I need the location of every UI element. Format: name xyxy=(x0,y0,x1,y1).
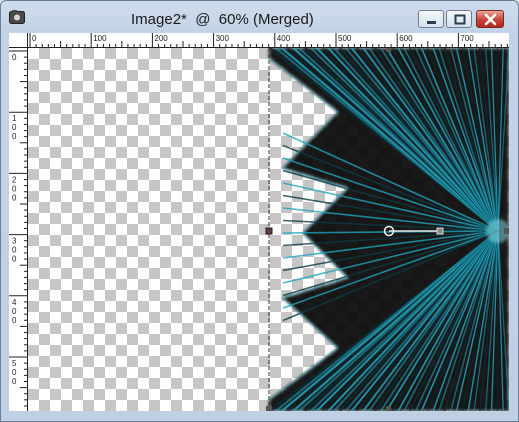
ruler-label-h: 100 xyxy=(93,34,107,43)
ruler-label-v: 300 xyxy=(12,237,17,264)
ruler-label-h: 500 xyxy=(338,34,352,43)
image-window: Image2* @ 60% (Merged) 0 100 200 300 400 500 6… xyxy=(0,0,519,422)
artwork-layer xyxy=(268,48,509,411)
top-handle[interactable] xyxy=(386,48,391,52)
bottom-left-handle[interactable] xyxy=(266,406,272,411)
ruler-label-v: 200 xyxy=(12,175,17,202)
bottom-handle[interactable] xyxy=(386,406,391,411)
maximize-button[interactable] xyxy=(446,10,472,28)
ruler-label-h: 0 xyxy=(32,34,37,43)
ruler-label-v: 500 xyxy=(12,359,17,386)
left-handle[interactable] xyxy=(265,227,273,235)
ruler-label-h: 200 xyxy=(154,34,168,43)
ruler-label-h: 600 xyxy=(399,34,413,43)
rotate-arm-handle[interactable] xyxy=(436,227,444,235)
ruler-label-v: 0 xyxy=(12,53,17,62)
app-icon xyxy=(9,10,25,24)
horizontal-ruler[interactable]: 0 100 200 300 400 500 600 700 xyxy=(9,33,509,48)
vertical-ruler[interactable]: 0 100 200 300 400 500 xyxy=(9,47,28,411)
right-handle[interactable] xyxy=(504,228,509,234)
ruler-label-v: 400 xyxy=(12,298,17,325)
window-title: Image2* @ 60% (Merged) xyxy=(131,11,314,28)
close-button[interactable] xyxy=(476,10,504,28)
ruler-label-v: 100 xyxy=(12,114,17,141)
title-bar[interactable]: Image2* @ 60% (Merged) xyxy=(1,1,518,35)
ruler-corner xyxy=(9,33,28,48)
ruler-label-h: 700 xyxy=(460,34,474,43)
maximize-icon xyxy=(454,14,466,25)
ruler-label-h: 400 xyxy=(277,34,291,43)
minimize-icon xyxy=(427,21,436,24)
minimize-button[interactable] xyxy=(418,10,444,28)
ruler-label-h: 300 xyxy=(216,34,230,43)
image-canvas[interactable] xyxy=(28,48,509,411)
close-icon xyxy=(484,13,497,26)
